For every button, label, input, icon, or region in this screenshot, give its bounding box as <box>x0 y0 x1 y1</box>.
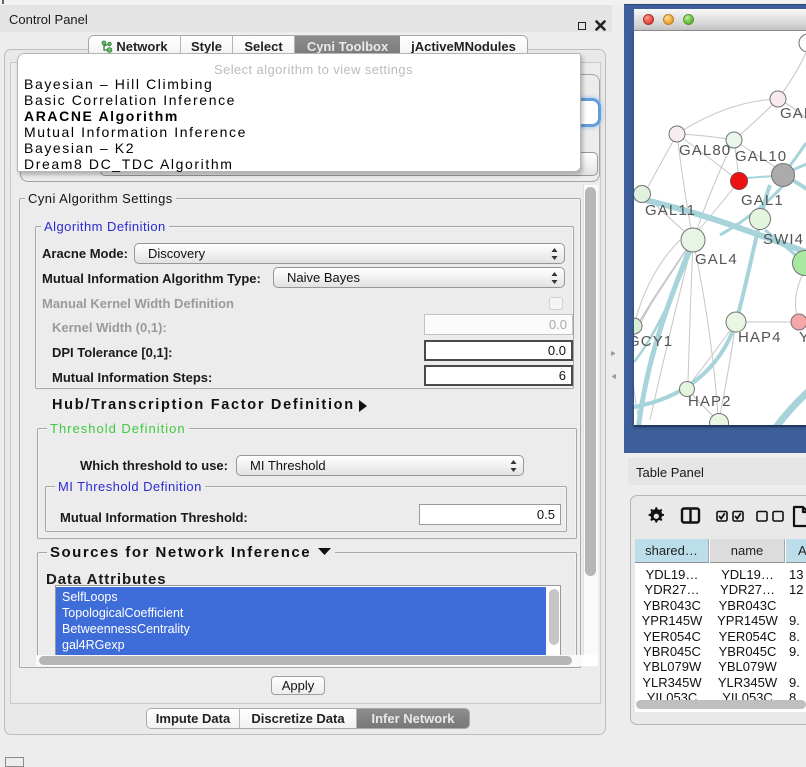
svg-text:YD: YD <box>799 329 806 346</box>
svg-text:HAP4: HAP4 <box>738 329 782 346</box>
svg-text:GAL1: GAL1 <box>741 192 784 209</box>
svg-text:GAL80: GAL80 <box>679 142 731 159</box>
svg-text:GAL10: GAL10 <box>735 148 787 165</box>
svg-text:GCY1: GCY1 <box>634 333 673 350</box>
svg-text:GAL11: GAL11 <box>645 202 696 219</box>
svg-text:GAL4: GAL4 <box>695 251 738 268</box>
svg-text:SWI4: SWI4 <box>763 231 804 248</box>
svg-text:GAL7: GAL7 <box>780 105 806 122</box>
svg-text:HAP2: HAP2 <box>688 393 732 410</box>
